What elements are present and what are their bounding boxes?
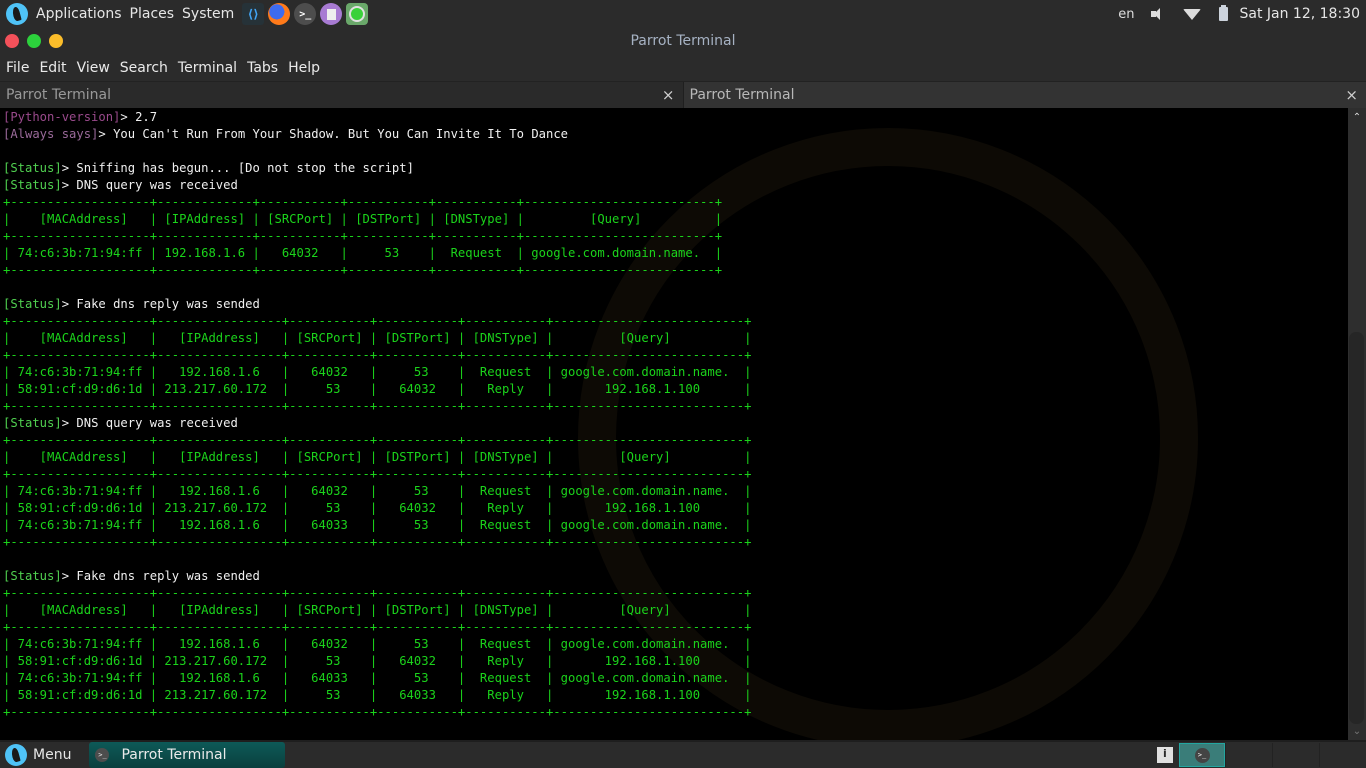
status-line: [Status]> Fake dns reply was sended: [3, 297, 260, 311]
workspace-4[interactable]: [1319, 743, 1366, 767]
bottom-panel: Menu >_ Parrot Terminal >_: [0, 740, 1366, 768]
status-line: [Status]> DNS query was received: [3, 416, 238, 430]
scrollbar-thumb[interactable]: [1349, 332, 1364, 724]
menu-tabs[interactable]: Tabs: [243, 60, 282, 76]
table-row: | [MACAddress] | [IPAddress] | [SRCPort]…: [3, 331, 752, 345]
tab-label: Parrot Terminal: [689, 87, 795, 103]
menu-file[interactable]: File: [2, 60, 33, 76]
clock[interactable]: Sat Jan 12, 18:30: [1240, 6, 1361, 22]
table-row: | 58:91:cf:d9:d6:1d | 213.217.60.172 | 5…: [3, 654, 752, 668]
window-titlebar: Parrot Terminal: [0, 28, 1366, 54]
top-panel: Applications Places System ⟨⟩ >_ en Sat …: [0, 0, 1366, 28]
wifi-icon[interactable]: [1182, 8, 1201, 20]
close-icon[interactable]: ×: [662, 86, 675, 104]
scroll-up-icon[interactable]: ⌃: [1348, 110, 1366, 124]
table-row: | [MACAddress] | [IPAddress] | [SRCPort]…: [3, 450, 752, 464]
table-row: | 74:c6:3b:71:94:ff | 192.168.1.6 | 6403…: [3, 518, 752, 532]
text-editor-icon[interactable]: [320, 3, 343, 25]
table-row: | 74:c6:3b:71:94:ff | 192.168.1.6 | 6403…: [3, 246, 723, 260]
keyboard-layout[interactable]: en: [1118, 7, 1134, 22]
battery-icon[interactable]: [1218, 5, 1228, 21]
tab-bar: Parrot Terminal × Parrot Terminal ×: [0, 82, 1366, 108]
status-line: [Status]> DNS query was received: [3, 178, 238, 192]
system-menu[interactable]: System: [180, 6, 240, 22]
maximize-window-button[interactable]: [27, 34, 41, 48]
parrot-logo-icon[interactable]: [6, 3, 28, 25]
menu-help[interactable]: Help: [284, 60, 324, 76]
table-border: +-------------------+-----------------+-…: [3, 348, 752, 362]
table-border: +-------------------+-----------------+-…: [3, 433, 752, 447]
output-blocks: [Status]> Sniffing has begun... [Do not …: [3, 160, 1348, 721]
status-line: [Status]> Sniffing has begun... [Do not …: [3, 161, 414, 175]
network-icon[interactable]: [346, 3, 369, 25]
table-row: | 74:c6:3b:71:94:ff | 192.168.1.6 | 6403…: [3, 637, 752, 651]
table-border: +-------------------+-------------+-----…: [3, 263, 723, 277]
python-version-line: [Python-version]> 2.7: [3, 110, 158, 124]
table-border: +-------------------+-----------------+-…: [3, 399, 752, 413]
tab-parrot-terminal-2[interactable]: Parrot Terminal ×: [682, 82, 1366, 108]
menu-button[interactable]: Menu: [33, 747, 71, 763]
parrot-logo-icon[interactable]: [5, 744, 27, 766]
table-row: | 74:c6:3b:71:94:ff | 192.168.1.6 | 6403…: [3, 671, 752, 685]
table-border: +-------------------+-----------------+-…: [3, 535, 752, 549]
table-row: | 58:91:cf:d9:d6:1d | 213.217.60.172 | 5…: [3, 382, 752, 396]
table-border: +-------------------+-----------------+-…: [3, 705, 752, 719]
table-row: | 74:c6:3b:71:94:ff | 192.168.1.6 | 6403…: [3, 484, 752, 498]
menu-edit[interactable]: Edit: [35, 60, 70, 76]
terminal-icon: >_: [95, 748, 110, 762]
terminal-icon: >_: [1194, 747, 1210, 763]
table-row: | [MACAddress] | [IPAddress] | [SRCPort]…: [3, 603, 752, 617]
close-icon[interactable]: ×: [1345, 86, 1358, 104]
workspace-1[interactable]: >_: [1179, 743, 1225, 767]
table-border: +-------------------+-------------+-----…: [3, 229, 723, 243]
workspace-3[interactable]: [1272, 743, 1319, 767]
tab-label: Parrot Terminal: [6, 87, 112, 103]
menubar: File Edit View Search Terminal Tabs Help: [0, 54, 1366, 82]
firefox-icon[interactable]: [268, 3, 291, 25]
places-menu[interactable]: Places: [128, 6, 181, 22]
workspace-2[interactable]: [1225, 743, 1272, 767]
volume-icon[interactable]: [1150, 8, 1165, 20]
table-border: +-------------------+-----------------+-…: [3, 620, 752, 634]
close-window-button[interactable]: [5, 34, 19, 48]
table-border: +-------------------+-----------------+-…: [3, 586, 752, 600]
scroll-down-icon[interactable]: ⌄: [1348, 724, 1366, 738]
table-row: | 58:91:cf:d9:d6:1d | 213.217.60.172 | 5…: [3, 501, 752, 515]
window-title: Parrot Terminal: [630, 33, 736, 49]
applications-menu[interactable]: Applications: [34, 6, 128, 22]
system-monitor-icon[interactable]: [1157, 747, 1173, 763]
task-label: Parrot Terminal: [121, 747, 227, 763]
menu-search[interactable]: Search: [116, 60, 172, 76]
table-border: +-------------------+-------------+-----…: [3, 195, 723, 209]
minimize-window-button[interactable]: [49, 34, 63, 48]
menu-terminal[interactable]: Terminal: [174, 60, 241, 76]
tab-parrot-terminal-1[interactable]: Parrot Terminal ×: [0, 82, 683, 108]
table-row: | 74:c6:3b:71:94:ff | 192.168.1.6 | 6403…: [3, 365, 752, 379]
table-row: | 58:91:cf:d9:d6:1d | 213.217.60.172 | 5…: [3, 688, 752, 702]
always-says-line: [Always says]> You Can't Run From Your S…: [3, 127, 569, 141]
taskbar-item-parrot-terminal[interactable]: >_ Parrot Terminal: [89, 742, 286, 768]
terminal-icon[interactable]: >_: [294, 3, 317, 25]
table-border: +-------------------+-----------------+-…: [3, 467, 752, 481]
table-row: | [MACAddress] | [IPAddress] | [SRCPort]…: [3, 212, 723, 226]
terminal-output[interactable]: [Python-version]> 2.7 [Always says]> You…: [0, 108, 1348, 740]
table-border: +-------------------+-----------------+-…: [3, 314, 752, 328]
terminal-scrollbar[interactable]: ⌃ ⌄: [1348, 108, 1366, 740]
vscode-icon[interactable]: ⟨⟩: [242, 3, 265, 25]
menu-view[interactable]: View: [73, 60, 114, 76]
status-line: [Status]> Fake dns reply was sended: [3, 569, 260, 583]
